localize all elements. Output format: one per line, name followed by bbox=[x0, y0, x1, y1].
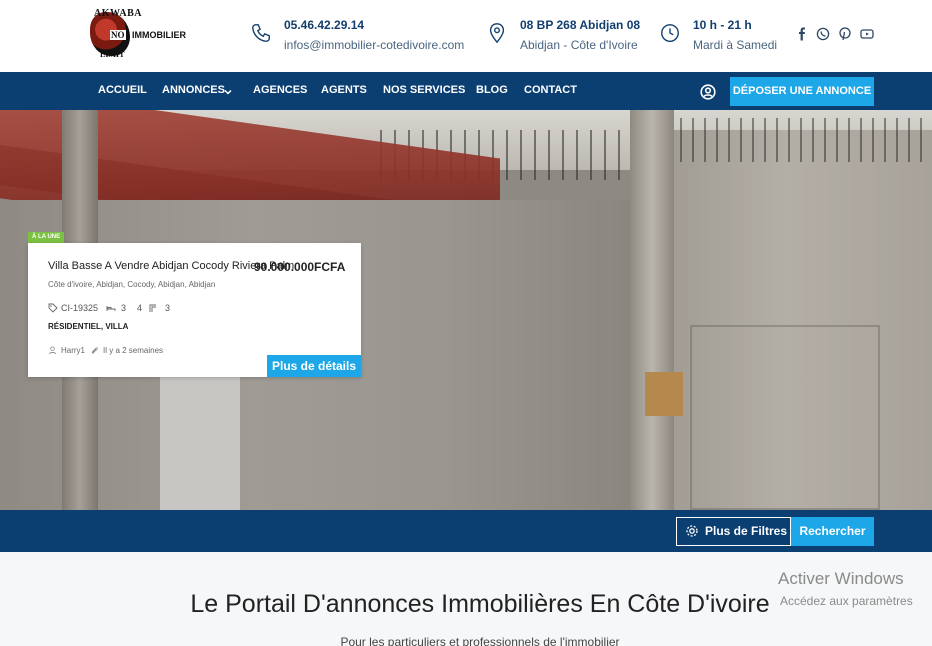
site-logo[interactable]: AKWABA NO IMMOBILIER LIMIT bbox=[88, 8, 188, 60]
city-country: Abidjan - Côte d'Ivoire bbox=[520, 38, 638, 52]
windows-activation-subtitle: Accédez aux paramètres bbox=[780, 594, 913, 608]
post-listing-button[interactable]: DÉPOSER UNE ANNONCE bbox=[730, 77, 874, 106]
listing-baths: 4 bbox=[137, 303, 143, 313]
listing-location: Côte d'ivoire, Abidjan, Cocody, Abidjan,… bbox=[48, 280, 216, 289]
listing-type: RÉSIDENTIEL, VILLA bbox=[48, 322, 129, 331]
gear-icon bbox=[686, 525, 698, 537]
nav-item-contact[interactable]: Contact bbox=[524, 84, 577, 96]
logo-text-limit: LIMIT bbox=[100, 50, 125, 59]
listing-author[interactable]: Harry1 bbox=[61, 346, 85, 355]
logo-text-akwaba: AKWABA bbox=[94, 8, 143, 19]
youtube-icon[interactable] bbox=[860, 27, 874, 41]
phone-icon bbox=[252, 24, 270, 42]
phone-number[interactable]: 05.46.42.29.14 bbox=[284, 18, 364, 32]
tag-icon bbox=[48, 303, 58, 313]
listing-beds: 3 bbox=[121, 303, 127, 313]
user-account-icon[interactable] bbox=[700, 84, 716, 100]
hero-pillar bbox=[630, 110, 674, 510]
whatsapp-icon[interactable] bbox=[816, 27, 830, 41]
user-icon bbox=[48, 346, 57, 355]
hero-sign bbox=[645, 372, 683, 416]
logo-text-immobilier: IMMOBILIER bbox=[132, 30, 186, 40]
area-icon bbox=[149, 304, 156, 312]
facebook-icon[interactable] bbox=[795, 27, 809, 41]
hero-railing-right bbox=[680, 118, 932, 162]
nav-item-blog[interactable]: Blog bbox=[476, 84, 508, 96]
nav-item-agents[interactable]: Agents bbox=[321, 84, 367, 96]
nav-item-agences[interactable]: Agences bbox=[253, 84, 307, 96]
clock-icon bbox=[661, 24, 679, 42]
postal-address: 08 BP 268 Abidjan 08 bbox=[520, 18, 641, 32]
paperclip-icon bbox=[91, 347, 98, 354]
listing-price: 90.000.000FCFA bbox=[254, 260, 346, 274]
bed-icon bbox=[106, 306, 116, 311]
site-header: AKWABA NO IMMOBILIER LIMIT 05.46.42.29.1… bbox=[0, 0, 932, 72]
email-address[interactable]: infos@immobilier-cotedivoire.com bbox=[284, 38, 464, 52]
opening-days: Mardi à Samedi bbox=[693, 38, 778, 52]
listing-area: 3 bbox=[165, 303, 171, 313]
more-details-button[interactable]: Plus de détails bbox=[267, 355, 361, 377]
listing-date: Il y a 2 semaines bbox=[103, 346, 164, 355]
map-pin-icon bbox=[489, 23, 505, 44]
nav-item-accueil[interactable]: Accueil bbox=[98, 84, 147, 96]
page-subheadline: Pour les particuliers et professionnels … bbox=[340, 635, 620, 646]
search-button[interactable]: Rechercher bbox=[791, 517, 874, 546]
nav-item-nos-services[interactable]: Nos Services bbox=[383, 84, 465, 96]
logo-text-no: NO bbox=[110, 30, 126, 40]
windows-activation-title: Activer Windows bbox=[778, 569, 904, 588]
featured-badge: À LA UNE bbox=[28, 232, 65, 243]
nav-item-annonces[interactable]: Annonces bbox=[162, 84, 225, 96]
pinterest-icon[interactable] bbox=[838, 27, 852, 41]
chevron-down-icon[interactable] bbox=[223, 87, 233, 97]
opening-hours: 10 h - 21 h bbox=[693, 18, 752, 32]
hero-gate-panel bbox=[690, 325, 880, 510]
listing-ref: CI-19325 bbox=[61, 303, 99, 313]
